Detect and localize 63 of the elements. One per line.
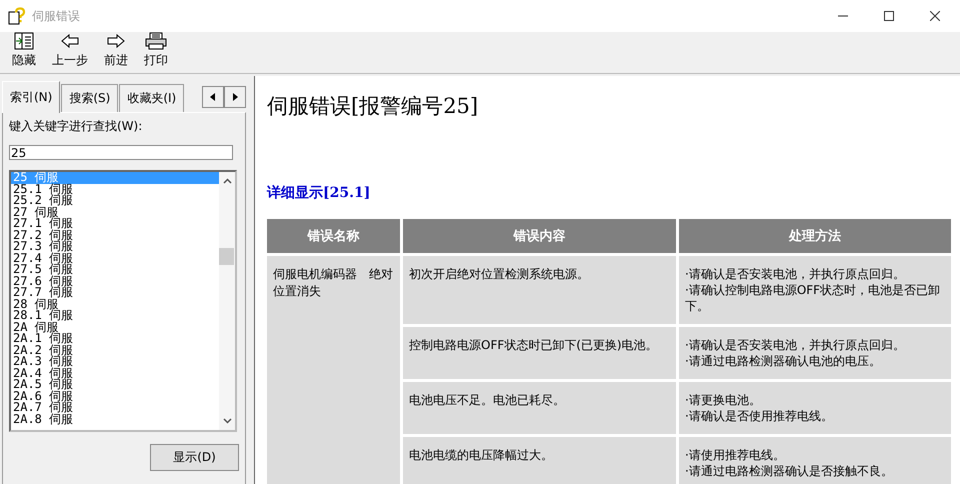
scroll-up-icon[interactable] xyxy=(222,178,232,184)
action-text: ·请确认是否安装电池，并执行原点回归。 xyxy=(685,337,906,353)
hide-button[interactable]: 隐藏 xyxy=(6,32,42,69)
back-button[interactable]: 上一步 xyxy=(46,32,94,69)
list-item[interactable]: 25.1 伺服 xyxy=(11,184,219,195)
action-text: ·请确认是否安装电池，并执行原点回归。 xyxy=(685,266,906,282)
keyword-label: 键入关键字进行查找(W): xyxy=(9,118,144,135)
tab[interactable]: 搜索(S) xyxy=(61,84,118,112)
right-triangle-icon xyxy=(232,93,238,101)
help-icon xyxy=(8,7,26,25)
maximize-icon[interactable] xyxy=(884,11,894,21)
table-cell: 伺服电机编码器 绝对位置消失 xyxy=(267,256,400,484)
list-item[interactable]: 2A.6 伺服 xyxy=(11,390,219,402)
table-cell: 电池电缆的电压降幅过大。 xyxy=(403,437,676,484)
list-item[interactable]: 2A.5 伺服 xyxy=(11,379,219,390)
display-button[interactable]: 显示(D) xyxy=(150,444,239,471)
tab[interactable]: 索引(N) xyxy=(2,81,60,113)
keyword-field[interactable]: 25 xyxy=(9,145,233,160)
list-item[interactable]: 28.1 伺服 xyxy=(11,310,219,322)
scroll-left-button[interactable] xyxy=(202,86,224,108)
list-item[interactable]: 2A.8 伺服 xyxy=(11,414,219,425)
list-item[interactable]: 27.3 伺服 xyxy=(11,241,219,252)
list-item[interactable]: 25.2 伺服 xyxy=(11,195,219,206)
right-arrow-icon xyxy=(107,34,125,48)
list-item[interactable]: 27.7 伺服 xyxy=(11,287,219,298)
section-heading: 详细显示[25.1] xyxy=(267,184,372,203)
action-text: ·请确认控制电路电源OFF状态时，电池是否已卸下。 xyxy=(685,282,942,314)
scroll-down-icon[interactable] xyxy=(222,418,232,424)
list-item[interactable]: 2A.1 伺服 xyxy=(11,333,219,344)
print-button[interactable]: 打印 xyxy=(138,32,174,69)
list-item[interactable]: 2A.2 伺服 xyxy=(11,344,219,356)
forward-button[interactable]: 前进 xyxy=(98,32,134,69)
action-text: ·请通过电路检测器确认电池的电压。 xyxy=(685,353,882,369)
table-cell: 控制电路电源OFF状态时已卸下(已更换)电池。 xyxy=(403,327,676,379)
list-item[interactable]: 2A.3 伺服 xyxy=(11,356,219,368)
tab[interactable]: 收藏夹(I) xyxy=(119,84,184,112)
scrollbar[interactable] xyxy=(219,172,235,430)
action-text: ·请确认是否使用推荐电线。 xyxy=(685,408,834,424)
action-text: ·请使用推荐电线。 xyxy=(685,447,786,463)
list-item[interactable]: 2A 伺服 xyxy=(11,322,219,333)
list-item[interactable]: 28 伺服 xyxy=(11,298,219,310)
table-cell: 电池电压不足。电池已耗尽。 xyxy=(403,382,676,434)
list-item[interactable]: 2A.7 伺服 xyxy=(11,402,219,414)
list-item[interactable]: 27.4 伺服 xyxy=(11,252,219,264)
page-heading: 伺服错误[报警编号25] xyxy=(267,93,480,120)
table-cell: 初次开启绝对位置检测系统电源。 xyxy=(403,256,676,324)
column-header: 处理方法 xyxy=(679,219,951,253)
scroll-right-button[interactable] xyxy=(224,86,246,108)
list-item[interactable]: 27 伺服 xyxy=(11,206,219,218)
window-title: 伺服错误 xyxy=(32,8,80,24)
left-arrow-icon xyxy=(61,34,79,48)
list-item[interactable]: 2A.4 伺服 xyxy=(11,368,219,379)
action-text: ·请通过电路检测器确认是否接触不良。 xyxy=(685,463,894,479)
list-item[interactable]: 27.2 伺服 xyxy=(11,230,219,241)
list-item[interactable]: 27.6 伺服 xyxy=(11,276,219,287)
column-header: 错误名称 xyxy=(267,219,400,253)
column-header: 错误内容 xyxy=(403,219,676,253)
list-item[interactable]: 27.1 伺服 xyxy=(11,218,219,230)
action-text: ·请更换电池。 xyxy=(685,392,762,408)
close-icon[interactable] xyxy=(930,11,940,21)
list-item[interactable]: 27.5 伺服 xyxy=(11,264,219,276)
scrollbar-thumb[interactable] xyxy=(219,248,234,265)
left-triangle-icon xyxy=(210,93,216,101)
